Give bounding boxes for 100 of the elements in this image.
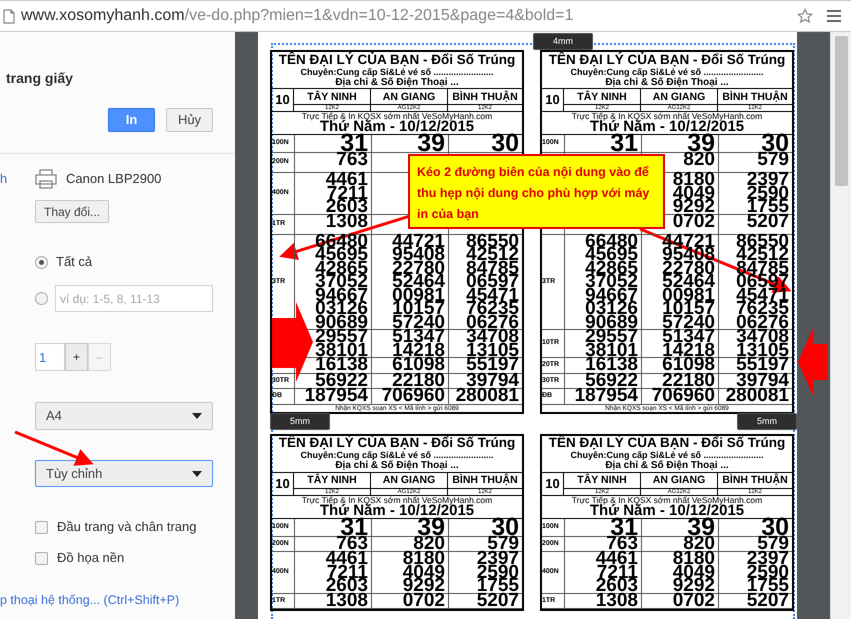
prize-number: 13105: [466, 344, 519, 357]
prize-number: 22780: [392, 262, 445, 275]
ticket-address: Địa chỉ & Số Điện Thoại ...: [605, 460, 729, 472]
prize-number: 45695: [315, 248, 368, 262]
margin-tag: 5mm: [737, 413, 797, 430]
prize-number: 4049: [672, 566, 715, 579]
prize-number: 86550: [466, 234, 519, 248]
prize-number: 55197: [736, 358, 789, 372]
prize-number: 52464: [662, 275, 715, 288]
prize-number: 2397: [746, 173, 789, 186]
system-dialog-link[interactable]: p thoại hệ thống... (Ctrl+Shift+P): [0, 591, 180, 607]
prize-number: 06276: [466, 316, 519, 329]
prize-number: 51347: [392, 330, 445, 344]
link-text[interactable]: h: [0, 169, 6, 189]
caret-icon: [192, 470, 202, 476]
prize-number: 14218: [392, 344, 445, 357]
ticket-title: TÊN ĐẠI LÝ CỦA BẠN - Đổi Số Trúng: [278, 435, 516, 450]
checkbox[interactable]: [35, 552, 48, 564]
province-name: AN GIANG: [652, 90, 706, 104]
prize-number: 4461: [326, 552, 368, 566]
prize-number: 8180: [672, 552, 715, 566]
draw-number: 10: [275, 474, 290, 493]
prize-number: 2397: [476, 552, 519, 566]
prize-number: 579: [757, 153, 789, 168]
prize-number: 10157: [392, 302, 445, 316]
province-name: BÌNH THUẬN: [452, 90, 518, 104]
province-name: AN GIANG: [652, 473, 706, 488]
scrollbar[interactable]: [830, 32, 851, 619]
prize-number: 84785: [466, 262, 519, 275]
prize-number: 4049: [672, 186, 715, 200]
ticket-address: Địa chỉ & Số Điện Thoại ...: [605, 76, 729, 88]
prize-number: 45471: [466, 288, 519, 302]
menu-icon[interactable]: [827, 10, 841, 22]
province-name: TÂY NINH: [307, 472, 357, 488]
province-name: TÂY NINH: [307, 90, 357, 104]
prize-number: 94667: [585, 288, 638, 302]
prize-number: 90689: [585, 316, 638, 329]
cancel-button[interactable]: Hủy: [166, 108, 213, 132]
prize-number: 13105: [736, 344, 789, 357]
radio-button[interactable]: [35, 256, 48, 268]
draw-number: 10: [545, 91, 560, 110]
increment-button[interactable]: +: [65, 343, 88, 371]
prize-number: 57240: [662, 316, 715, 329]
margin-tag: 5mm: [270, 413, 330, 430]
prize-number: 2590: [476, 566, 519, 579]
province-name: BÌNH THUẬN: [452, 472, 518, 488]
prize-number: 4461: [596, 552, 638, 566]
prize-number: 66480: [585, 234, 638, 248]
prize-number: 1308: [596, 594, 638, 608]
prize-number: 03126: [585, 302, 638, 316]
prize-number: 2603: [596, 579, 638, 592]
prize-number: 579: [757, 536, 789, 551]
prize-number: 1308: [326, 214, 368, 229]
province-name: BÌNH THUẬN: [722, 472, 788, 488]
prize-number: 34708: [736, 330, 789, 344]
caret-icon: [192, 413, 202, 419]
prize-number: 52464: [392, 275, 445, 288]
prize-number: 2590: [746, 566, 789, 579]
copies-field[interactable]: 1: [35, 343, 65, 371]
change-button[interactable]: Thay đổi...: [35, 200, 109, 223]
prize-number: 0702: [672, 594, 715, 608]
prize-number: 94667: [315, 288, 368, 302]
scrollbar-thumb[interactable]: [834, 36, 848, 186]
margin-tag: 4mm: [533, 33, 593, 50]
prize-number: 4461: [326, 173, 368, 186]
prize-number: 763: [606, 536, 638, 551]
prize-number: 06276: [736, 316, 789, 329]
prize-number: 86550: [736, 234, 789, 248]
checkbox[interactable]: [35, 520, 48, 534]
draw-date: Thứ Năm - 10/12/2015: [590, 120, 744, 134]
prize-number: 2603: [326, 579, 368, 592]
dropdown[interactable]: Tùy chỉnh: [35, 460, 213, 487]
checkbox-label: Đồ họa nền: [57, 549, 124, 568]
radio-button[interactable]: [35, 292, 48, 305]
province-name: AN GIANG: [382, 90, 436, 104]
prize-number: 37052: [585, 275, 638, 288]
promo-text: Trực Tiếp & In KQSX sớm nhất VeSoMyHanh.com: [572, 112, 762, 120]
prize-number: 8180: [402, 552, 445, 566]
section-heading: trang giấy: [6, 70, 73, 86]
prize-number: 2397: [746, 552, 789, 566]
prize-number: 76235: [466, 302, 519, 316]
prize-number: 4049: [402, 566, 445, 579]
province-name: TÂY NINH: [577, 90, 627, 104]
ticket-address: Địa chỉ & Số Điện Thoại ...: [335, 460, 459, 472]
page-range-field[interactable]: ví dụ: 1-5, 8, 11-13: [55, 285, 213, 312]
draw-number: 10: [545, 474, 560, 493]
page-icon: [3, 8, 15, 24]
dropdown[interactable]: A4: [35, 402, 213, 430]
prize-number: 5207: [746, 214, 789, 229]
prize-number: 9292: [672, 200, 715, 214]
prize-number: 38101: [585, 344, 638, 357]
checkbox-label: Đầu trang và chân trang: [57, 518, 196, 536]
prize-number: 1308: [326, 594, 368, 608]
prize-number: 22180: [392, 374, 445, 388]
star-icon[interactable]: [797, 8, 813, 24]
ticket-subtitle: Chuyên:Cung cấp Sỉ&Lẻ vé số ........................: [300, 66, 494, 76]
prize-number: 7211: [326, 566, 368, 579]
prize-number: 763: [336, 536, 368, 551]
prize-number: 706960: [382, 389, 445, 404]
ticket-title: TÊN ĐẠI LÝ CỦA BẠN - Đổi Số Trúng: [278, 52, 516, 66]
